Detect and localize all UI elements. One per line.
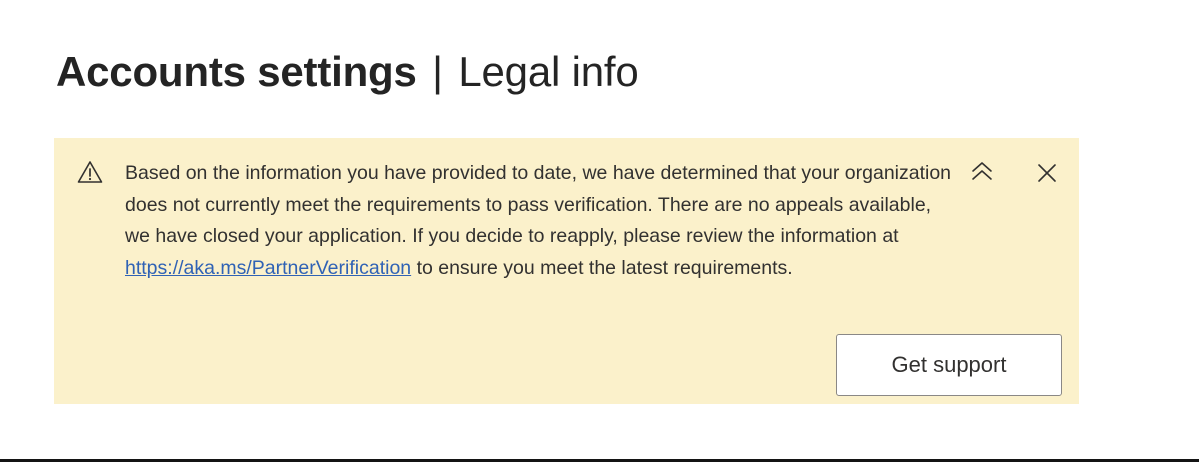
collapse-button[interactable] — [968, 158, 996, 186]
message-body: Based on the information you have provid… — [125, 162, 952, 247]
warning-message-text: Based on the information you have provid… — [125, 158, 955, 284]
chevron-double-up-icon — [968, 162, 996, 190]
dismiss-button[interactable] — [1034, 158, 1060, 186]
partner-verification-link[interactable]: https://aka.ms/PartnerVerification — [125, 257, 411, 279]
page-title-sub: Legal info — [458, 48, 639, 95]
page-title: Accounts settings | Legal info — [56, 46, 639, 98]
close-icon — [1034, 164, 1060, 190]
title-separator: | — [432, 48, 443, 95]
warning-triangle-icon — [77, 160, 103, 184]
message-tail: to ensure you meet the latest requiremen… — [416, 256, 793, 279]
warning-message-bar: Based on the information you have provid… — [54, 138, 1079, 404]
get-support-button[interactable]: Get support — [836, 334, 1062, 396]
page-title-main: Accounts settings — [56, 48, 417, 95]
